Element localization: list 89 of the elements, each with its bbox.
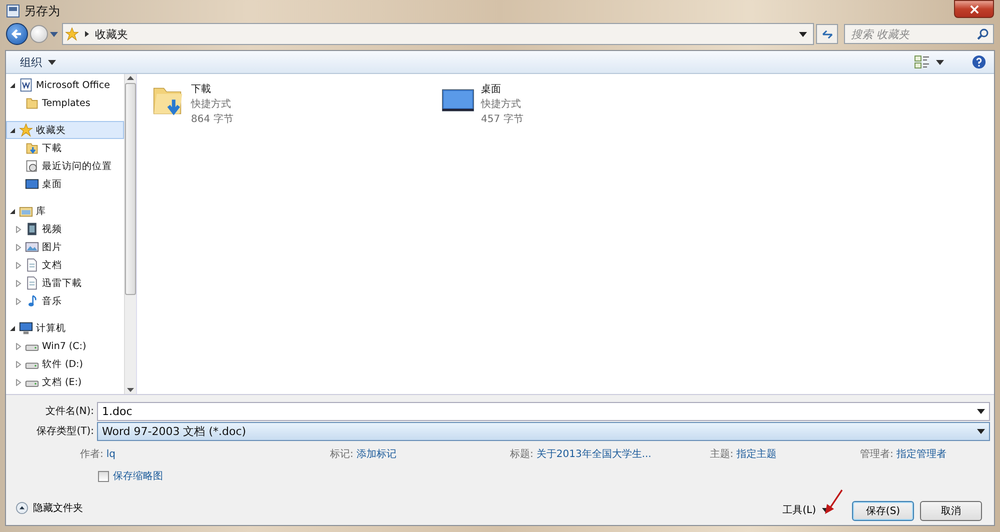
field-label: 保存类型(T): [36, 424, 95, 438]
history-caret-icon[interactable] [50, 32, 58, 36]
metadata-label: 标记: [330, 448, 354, 461]
metadata-value[interactable]: 指定管理者 [896, 447, 946, 461]
recent-icon [25, 159, 39, 173]
metadata-label: 标题: [510, 448, 534, 461]
cancel-button[interactable]: 取消 [920, 501, 982, 521]
address-field[interactable]: 收藏夹 [62, 23, 814, 45]
search-icon [977, 28, 989, 40]
computer-icon [19, 321, 33, 335]
close-button[interactable] [954, 0, 994, 18]
view-caret-icon[interactable] [936, 60, 944, 64]
folder-icon [25, 96, 39, 110]
file-type-dropdown[interactable]: Word 97-2003 文档 (*.doc) [97, 422, 990, 440]
window-title: 另存为 [24, 2, 60, 20]
dropdown-caret-icon[interactable] [799, 32, 807, 36]
word-icon [19, 78, 33, 92]
nav-item[interactable]: Templates [6, 94, 124, 112]
nav-item[interactable]: 图片 [6, 238, 124, 256]
nav-item[interactable]: 桌面 [6, 175, 124, 193]
expander-icon[interactable] [9, 208, 16, 214]
nav-item[interactable]: 库 [6, 202, 124, 220]
scrollbar-thumb[interactable] [125, 83, 136, 295]
file-size: 864 字节 [191, 112, 234, 126]
nav-item[interactable]: 迅雷下載 [6, 274, 124, 292]
metadata-label: 主题: [710, 448, 734, 461]
hide-folders-button[interactable]: 隐藏文件夹 [16, 501, 83, 517]
nav-item[interactable]: 下載 [6, 139, 124, 157]
file-name: 桌面 [481, 82, 502, 96]
metadata-value[interactable]: lq [106, 448, 116, 460]
nav-item[interactable]: 文档 [6, 256, 124, 274]
nav-item[interactable]: 视频 [6, 220, 124, 238]
nav-item[interactable]: Microsoft Office [6, 76, 124, 94]
view-options-icon[interactable] [914, 54, 930, 70]
organize-button[interactable]: 组织 [18, 52, 58, 72]
field-label: 文件名(N): [44, 404, 95, 418]
nav-item[interactable]: 软件 (D:) [6, 355, 124, 373]
file-name: 下載 [191, 82, 212, 96]
metadata-label: 管理者: [860, 448, 894, 461]
nav-item[interactable]: 最近访问的位置 [6, 157, 124, 175]
library-icon [19, 204, 33, 218]
checkbox-label: 保存缩略图 [113, 470, 163, 483]
expander-icon[interactable] [9, 82, 16, 88]
scroll-up-icon[interactable] [127, 76, 134, 80]
nav-item[interactable]: 音乐 [6, 292, 124, 310]
nav-item[interactable]: Win7 (C:) [6, 337, 124, 355]
caret-icon [48, 60, 56, 64]
refresh-icon [820, 28, 834, 40]
file-size: 457 字节 [481, 112, 524, 126]
search-field[interactable]: 搜索 收藏夹 [844, 24, 994, 44]
file-type: 快捷方式 [481, 98, 522, 111]
file-item[interactable]: 桌面 快捷方式 457 字节 [441, 82, 611, 126]
star-icon [19, 123, 33, 137]
thumbnail-checkbox[interactable] [98, 470, 109, 482]
metadata-value[interactable]: 关于2013年全国大学生... [536, 447, 652, 461]
selected-nav-item[interactable]: 收藏夹 [6, 121, 124, 139]
file-type: 快捷方式 [191, 98, 232, 111]
metadata-label: 作者: [80, 448, 104, 461]
file-item[interactable]: 下載 快捷方式 864 字节 [151, 82, 321, 126]
dropdown-caret-icon [977, 428, 985, 434]
dropdown-caret-icon[interactable] [977, 408, 985, 414]
back-arrow-icon [11, 28, 23, 40]
expander-icon[interactable] [9, 324, 16, 332]
document-icon [25, 258, 39, 272]
scrollbar[interactable] [124, 74, 136, 394]
scroll-down-icon[interactable] [127, 388, 134, 392]
close-icon [970, 4, 978, 14]
filename-field[interactable]: 1.doc [97, 402, 990, 420]
expander-icon[interactable] [9, 126, 16, 134]
save-button[interactable]: 保存(S) [852, 501, 914, 521]
refresh-button[interactable] [816, 24, 838, 44]
metadata-value[interactable]: 指定主题 [736, 447, 776, 461]
annotation-arrow [824, 489, 844, 515]
star-icon [65, 27, 79, 41]
back-button[interactable] [6, 23, 28, 45]
help-icon[interactable] [972, 55, 986, 69]
breadcrumb[interactable]: 收藏夹 [95, 26, 128, 42]
desktop-icon [25, 177, 39, 191]
nav-item[interactable]: 计算机 [6, 319, 124, 337]
collapse-icon [16, 502, 28, 514]
breadcrumb-arrow-icon [85, 31, 89, 37]
save-dialog-icon [6, 4, 20, 18]
download-icon [25, 141, 39, 155]
picture-icon [25, 240, 39, 254]
nav-item[interactable]: 文档 (E:) [6, 373, 124, 391]
document-icon [25, 276, 39, 290]
video-icon [25, 222, 39, 236]
metadata-value[interactable]: 添加标记 [356, 447, 396, 461]
forward-button[interactable] [30, 25, 48, 43]
